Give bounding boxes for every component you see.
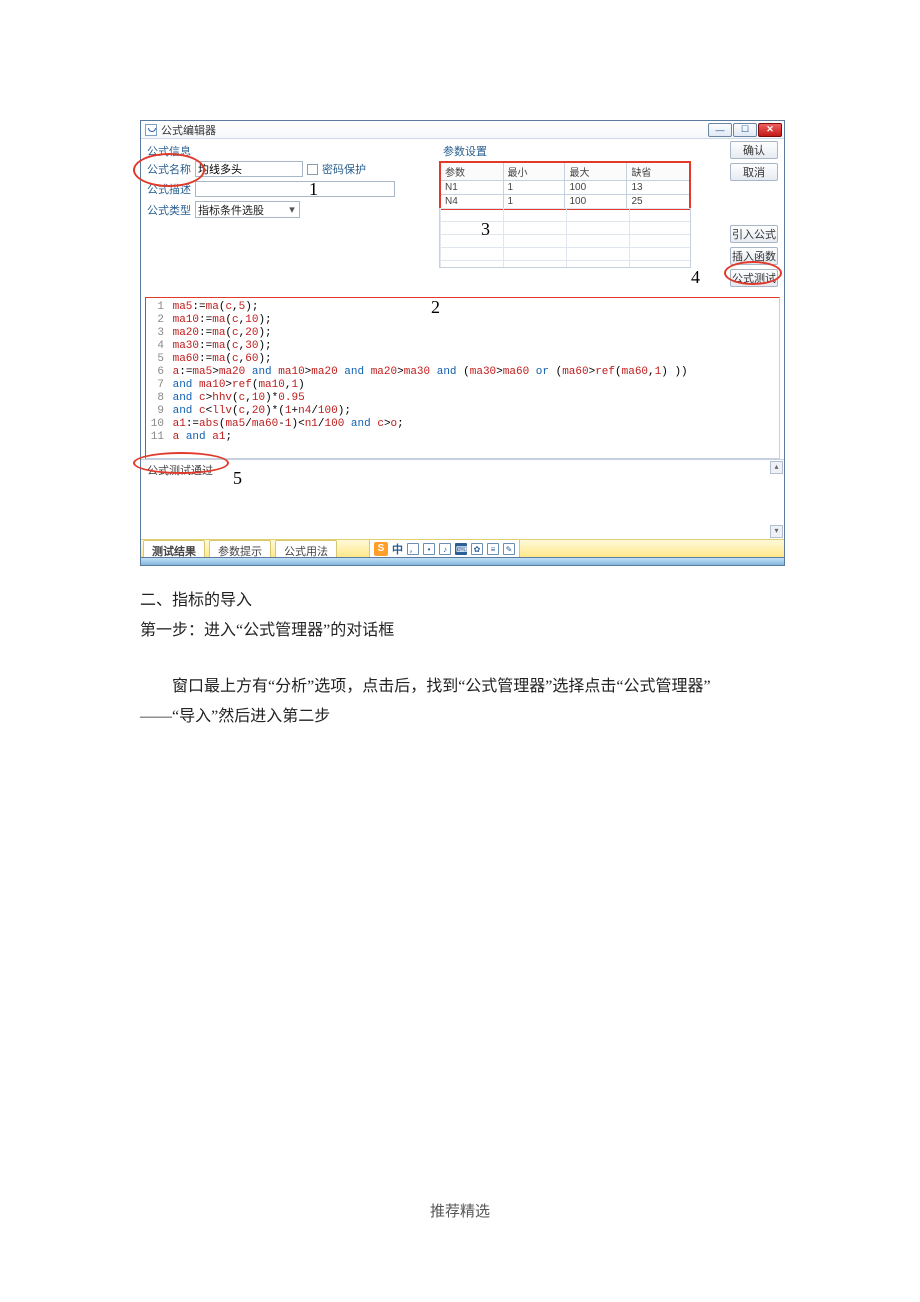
param-cell[interactable]: 25 <box>627 195 690 210</box>
formula-editor-window: 公式编辑器 — ☐ ✕ 公式信息 公式名称 密码保护 公式描述 <box>140 120 785 566</box>
param-cell[interactable]: N1 <box>440 181 503 195</box>
ime-settings-icon[interactable]: ≡ <box>487 543 499 555</box>
formula-code-editor[interactable]: 1 ma5:=ma(c,5); 2 ma10:=ma(c,10); 3 ma20… <box>145 297 780 459</box>
doc-p2: 窗口最上方有“分析”选项，点击后，找到“公式管理器”选择点击“公式管理器” <box>140 674 785 700</box>
param-cell[interactable]: 100 <box>565 181 627 195</box>
param-row[interactable]: N4 1 100 25 <box>440 195 690 210</box>
annotation-5: 5 <box>233 468 242 489</box>
param-row[interactable]: N1 1 100 13 <box>440 181 690 195</box>
password-label: 密码保护 <box>322 161 366 177</box>
doc-heading: 二、指标的导入 <box>140 588 785 614</box>
param-cell[interactable]: 1 <box>503 181 565 195</box>
maximize-button[interactable]: ☐ <box>733 123 757 137</box>
param-cell[interactable]: 1 <box>503 195 565 210</box>
ime-cloud-icon[interactable]: • <box>423 543 435 555</box>
param-hdr-max: 最大 <box>565 162 627 181</box>
ime-keyboard-icon[interactable]: ⌨ <box>455 543 467 555</box>
import-formula-button[interactable]: 引入公式 <box>730 225 778 243</box>
ime-logo-icon[interactable]: S <box>374 542 388 556</box>
app-icon <box>145 124 157 136</box>
minimize-button[interactable]: — <box>708 123 732 137</box>
param-cell[interactable]: 13 <box>627 181 690 195</box>
formula-test-button[interactable]: 公式测试 <box>730 269 778 287</box>
ime-mic-icon[interactable]: ♪ <box>439 543 451 555</box>
test-output-area: 公式测试通过 5 ▴ ▾ <box>141 459 784 539</box>
ime-punct-icon[interactable]: ， <box>407 543 419 555</box>
formula-type-label: 公式类型 <box>147 202 191 218</box>
chevron-down-icon: ▾ <box>287 203 297 216</box>
tab-param-hint[interactable]: 参数提示 <box>209 540 271 557</box>
param-cell[interactable]: 100 <box>565 195 627 210</box>
doc-step1: 第一步：进入“公式管理器”的对话框 <box>140 618 785 644</box>
param-hdr-min: 最小 <box>503 162 565 181</box>
page-footer: 推荐精选 <box>0 1200 920 1221</box>
formula-desc-input[interactable] <box>195 181 395 197</box>
param-hdr-name: 参数 <box>440 162 503 181</box>
tab-test-result[interactable]: 测试结果 <box>143 540 205 557</box>
annotation-2: 2 <box>431 297 440 318</box>
window-title: 公式编辑器 <box>161 122 216 138</box>
formula-name-input[interactable] <box>195 161 303 177</box>
annotation-1: 1 <box>309 179 318 200</box>
param-cell[interactable]: N4 <box>440 195 503 210</box>
formula-info-label: 公式信息 <box>147 143 435 159</box>
window-titlebar: 公式编辑器 — ☐ ✕ <box>141 121 784 139</box>
param-empty-grid <box>439 208 691 268</box>
formula-name-label: 公式名称 <box>147 161 191 177</box>
ime-mode-text[interactable]: 中 <box>392 541 403 557</box>
formula-type-value: 指标条件选股 <box>198 202 264 218</box>
test-status-text: 公式测试通过 <box>147 465 213 477</box>
formula-type-dropdown[interactable]: 指标条件选股 ▾ <box>195 201 300 218</box>
scroll-down-icon[interactable]: ▾ <box>770 525 783 538</box>
scroll-up-icon[interactable]: ▴ <box>770 461 783 474</box>
ime-skin-icon[interactable]: ✿ <box>471 543 483 555</box>
close-button[interactable]: ✕ <box>758 123 782 137</box>
cancel-button[interactable]: 取消 <box>730 163 778 181</box>
annotation-3: 3 <box>481 219 490 240</box>
param-table: 参数 最小 最大 缺省 N1 1 100 13 N4 <box>439 161 691 210</box>
insert-function-button[interactable]: 插入函数 <box>730 247 778 265</box>
output-tab-strip: 测试结果 参数提示 公式用法 S 中 ， • ♪ ⌨ ✿ ≡ ✎ <box>141 539 784 557</box>
formula-desc-label: 公式描述 <box>147 181 191 197</box>
param-config-label: 参数设置 <box>443 143 730 159</box>
tab-usage[interactable]: 公式用法 <box>275 540 337 557</box>
doc-body: 二、指标的导入 第一步：进入“公式管理器”的对话框 窗口最上方有“分析”选项，点… <box>140 588 785 730</box>
doc-p3: ——“导入”然后进入第二步 <box>140 704 785 730</box>
ime-tool-icon[interactable]: ✎ <box>503 543 515 555</box>
annotation-4: 4 <box>691 267 700 288</box>
ok-button[interactable]: 确认 <box>730 141 778 159</box>
password-checkbox[interactable] <box>307 164 318 175</box>
param-hdr-def: 缺省 <box>627 162 690 181</box>
ime-toolbar: S 中 ， • ♪ ⌨ ✿ ≡ ✎ <box>369 540 520 557</box>
